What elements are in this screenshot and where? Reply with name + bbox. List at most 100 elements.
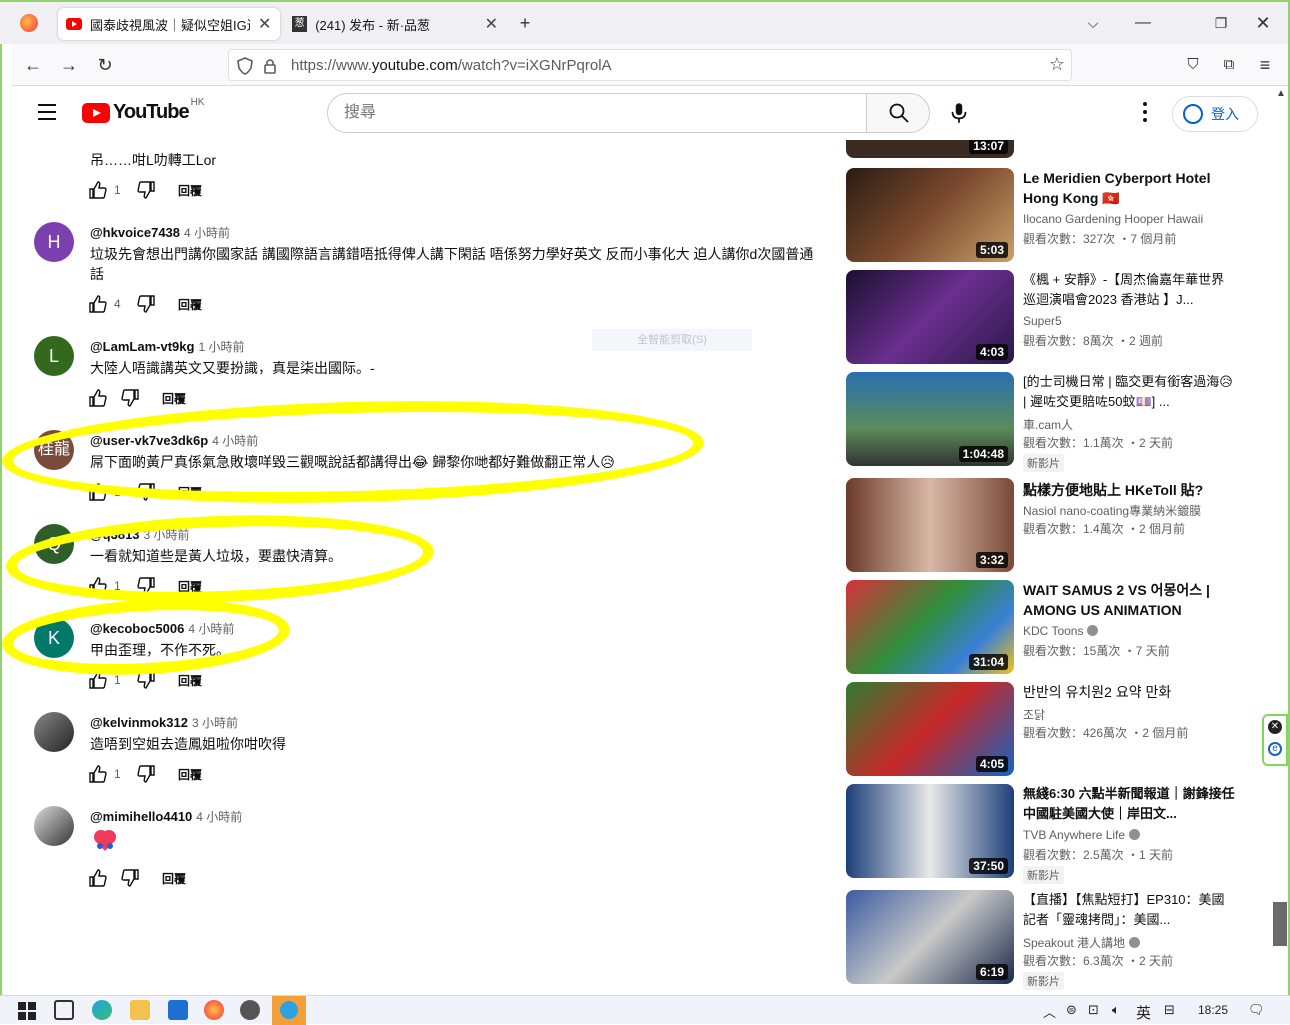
reply-button[interactable]: 回覆 xyxy=(162,870,186,887)
video-title[interactable]: 《楓 + 安靜》-【周杰倫嘉年華世界巡迴演唱會2023 香港站 】J... xyxy=(1023,270,1235,310)
tab-youtube[interactable]: 國泰歧視風波｜疑似空姐IG還動 ✕ xyxy=(58,8,280,40)
app-menu-icon[interactable]: ≡ xyxy=(1252,52,1278,78)
video-channel[interactable]: Speakout 港人講地 xyxy=(1023,934,1141,951)
video-card[interactable]: 6:19 【直播】【焦點短打】EP310：美國記者「靈魂拷問」：美國... Sp… xyxy=(846,890,1256,990)
search-button[interactable] xyxy=(866,93,930,133)
url-bar[interactable]: https://www.youtube.com/watch?v=iXGNrPqr… xyxy=(228,49,1072,81)
comment-author[interactable]: @LamLam-vt9kg 1 小時前 xyxy=(90,338,244,355)
video-thumbnail[interactable]: 3:32 xyxy=(846,478,1014,572)
video-title[interactable]: 點樣方便地貼上 HKeToll 貼? xyxy=(1023,480,1235,500)
volume-icon[interactable]: 🔈︎ xyxy=(1112,1002,1120,1018)
video-card[interactable]: 3:32 點樣方便地貼上 HKeToll 貼? Nasiol nano-coat… xyxy=(846,478,1256,574)
close-icon[interactable]: ✕ xyxy=(1268,720,1282,734)
close-tab-icon[interactable]: ✕ xyxy=(485,14,498,34)
video-thumbnail[interactable]: 37:50 xyxy=(846,784,1014,878)
mail-icon[interactable] xyxy=(168,1000,188,1020)
sign-in-button[interactable]: 登入 xyxy=(1172,96,1258,132)
reply-button[interactable]: 回覆 xyxy=(178,672,202,689)
video-card[interactable]: 31:04 WAIT SAMUS 2 VS 어몽어스 | AMONG US AN… xyxy=(846,580,1256,676)
reply-button[interactable]: 回覆 xyxy=(178,766,202,783)
comment-time[interactable]: 3 小時前 xyxy=(192,716,238,730)
floating-tooltip[interactable]: 全智能剪取(S) xyxy=(592,329,752,351)
thumbs-up-icon[interactable] xyxy=(88,388,108,408)
new-tab-icon[interactable]: + xyxy=(512,10,538,36)
video-card[interactable]: 5:03 Le Meridien Cyberport Hotel Hong Ko… xyxy=(846,168,1256,264)
firefox-icon[interactable] xyxy=(20,14,38,32)
video-channel[interactable]: Super5 xyxy=(1023,314,1062,328)
back-icon[interactable]: ← xyxy=(20,52,46,78)
comment-author[interactable]: @kelvinmok312 3 小時前 xyxy=(90,714,238,731)
task-view-icon[interactable] xyxy=(54,1000,74,1020)
avatar[interactable]: L xyxy=(34,336,74,376)
video-card[interactable]: 13:07 xyxy=(846,140,1256,160)
thumbs-up-icon[interactable] xyxy=(88,294,108,314)
thumbs-up-icon[interactable] xyxy=(88,180,108,200)
reply-button[interactable]: 回覆 xyxy=(178,182,202,199)
video-card[interactable]: 1:04:48 [的士司機日常 | 臨交更有銜客過海😥 | 遲咗交更賠咗50蚊💷… xyxy=(846,372,1256,472)
comment-time[interactable]: 4 小時前 xyxy=(196,810,242,824)
comment-author[interactable]: @mimihello4410 4 小時前 xyxy=(90,808,242,825)
video-channel[interactable]: Nasiol nano-coating專業納米鍍膜 xyxy=(1023,502,1201,519)
tray-chevron-icon[interactable]: ︿ xyxy=(1043,1002,1056,1021)
thumbs-up-icon[interactable] xyxy=(88,764,108,784)
network-icon[interactable]: ⊡ xyxy=(1088,1002,1099,1018)
file-explorer-icon[interactable] xyxy=(130,1000,150,1020)
extension-side-widget[interactable]: ✕ e xyxy=(1262,714,1288,766)
minimize-icon[interactable]: — xyxy=(1130,10,1156,36)
search-box[interactable] xyxy=(327,93,867,133)
thumbs-down-icon[interactable] xyxy=(136,180,156,200)
video-title[interactable]: 無綫6:30 六點半新聞報道｜謝鋒接任中國駐美國大使｜岸田文... xyxy=(1023,784,1235,824)
video-channel[interactable]: Ilocano Gardening Hooper Hawaii xyxy=(1023,212,1203,226)
avatar[interactable] xyxy=(34,712,74,752)
video-card[interactable]: 4:03 《楓 + 安靜》-【周杰倫嘉年華世界巡迴演唱會2023 香港站 】J.… xyxy=(846,270,1256,366)
thumbs-down-icon[interactable] xyxy=(136,294,156,314)
hamburger-menu-icon[interactable] xyxy=(38,104,56,125)
close-window-icon[interactable]: ✕ xyxy=(1250,10,1276,36)
video-thumbnail[interactable]: 1:04:48 xyxy=(846,372,1014,466)
keyboard-icon[interactable]: ⊟ xyxy=(1164,1002,1175,1018)
shield-icon[interactable] xyxy=(237,57,253,75)
firefox-taskbar-icon[interactable] xyxy=(204,1000,224,1020)
pocket-icon[interactable]: ⛉ xyxy=(1180,52,1206,78)
thumbs-up-icon[interactable] xyxy=(88,868,108,888)
close-tab-icon[interactable]: ✕ xyxy=(258,14,271,34)
more-options-icon[interactable] xyxy=(1140,102,1150,124)
avatar[interactable] xyxy=(34,806,74,846)
telegram-taskbar-icon[interactable] xyxy=(272,996,306,1025)
video-thumbnail[interactable]: 4:05 xyxy=(846,682,1014,776)
microphone-icon[interactable] xyxy=(946,100,972,126)
e-badge-icon[interactable]: e xyxy=(1268,742,1282,756)
comment-author[interactable]: @hkvoice7438 4 小時前 xyxy=(90,224,230,241)
tab-xinpincong[interactable]: 葱 (241) 发布 - 新·品葱 ✕ xyxy=(284,8,506,40)
bookmark-star-icon[interactable]: ☆ xyxy=(1049,54,1065,75)
reload-icon[interactable]: ↻ xyxy=(92,52,118,78)
video-thumbnail[interactable]: 5:03 xyxy=(846,168,1014,262)
video-card[interactable]: 4:05 반반의 유치원2 요약 만화 조닭 觀看次數：426萬次 ・2 個月前 xyxy=(846,682,1256,778)
youtube-logo[interactable]: YouTube HK xyxy=(82,97,204,124)
video-channel[interactable]: KDC Toons xyxy=(1023,624,1099,638)
lock-icon[interactable] xyxy=(263,57,277,75)
tray-status-icon[interactable]: ⊜ xyxy=(1066,1002,1077,1018)
video-channel[interactable]: TVB Anywhere Life xyxy=(1023,828,1141,842)
video-thumbnail[interactable]: 4:03 xyxy=(846,270,1014,364)
windows-start-icon[interactable] xyxy=(18,1002,36,1020)
thumbs-down-icon[interactable] xyxy=(120,388,140,408)
clock[interactable]: 18:25 xyxy=(1198,1003,1228,1017)
video-card[interactable]: 37:50 無綫6:30 六點半新聞報道｜謝鋒接任中國駐美國大使｜岸田文... … xyxy=(846,784,1256,884)
video-title[interactable]: 반반의 유치원2 요약 만화 xyxy=(1023,682,1235,702)
video-title[interactable]: WAIT SAMUS 2 VS 어몽어스 | AMONG US ANIMATIO… xyxy=(1023,580,1235,620)
video-title[interactable]: 【直播】【焦點短打】EP310：美國記者「靈魂拷問」：美國... xyxy=(1023,890,1235,930)
video-channel[interactable]: 조닭 xyxy=(1023,706,1045,723)
scrollbar-thumb[interactable] xyxy=(1273,902,1287,946)
video-title[interactable]: Le Meridien Cyberport Hotel Hong Kong 🇭🇰 xyxy=(1023,168,1235,208)
avatar[interactable]: H xyxy=(34,222,74,262)
reply-button[interactable]: 回覆 xyxy=(162,390,186,407)
video-thumbnail[interactable]: 31:04 xyxy=(846,580,1014,674)
video-title[interactable]: [的士司機日常 | 臨交更有銜客過海😥 | 遲咗交更賠咗50蚊💷] ... xyxy=(1023,372,1235,412)
notification-icon[interactable]: 🗨︎ xyxy=(1248,1002,1265,1018)
video-thumbnail[interactable]: 13:07 xyxy=(846,140,1014,158)
extensions-icon[interactable]: ⧉ xyxy=(1216,52,1242,78)
page-scrollbar[interactable]: ▲ xyxy=(1272,86,1288,995)
search-input[interactable] xyxy=(328,94,866,132)
settings-gear-icon[interactable] xyxy=(240,1000,260,1020)
